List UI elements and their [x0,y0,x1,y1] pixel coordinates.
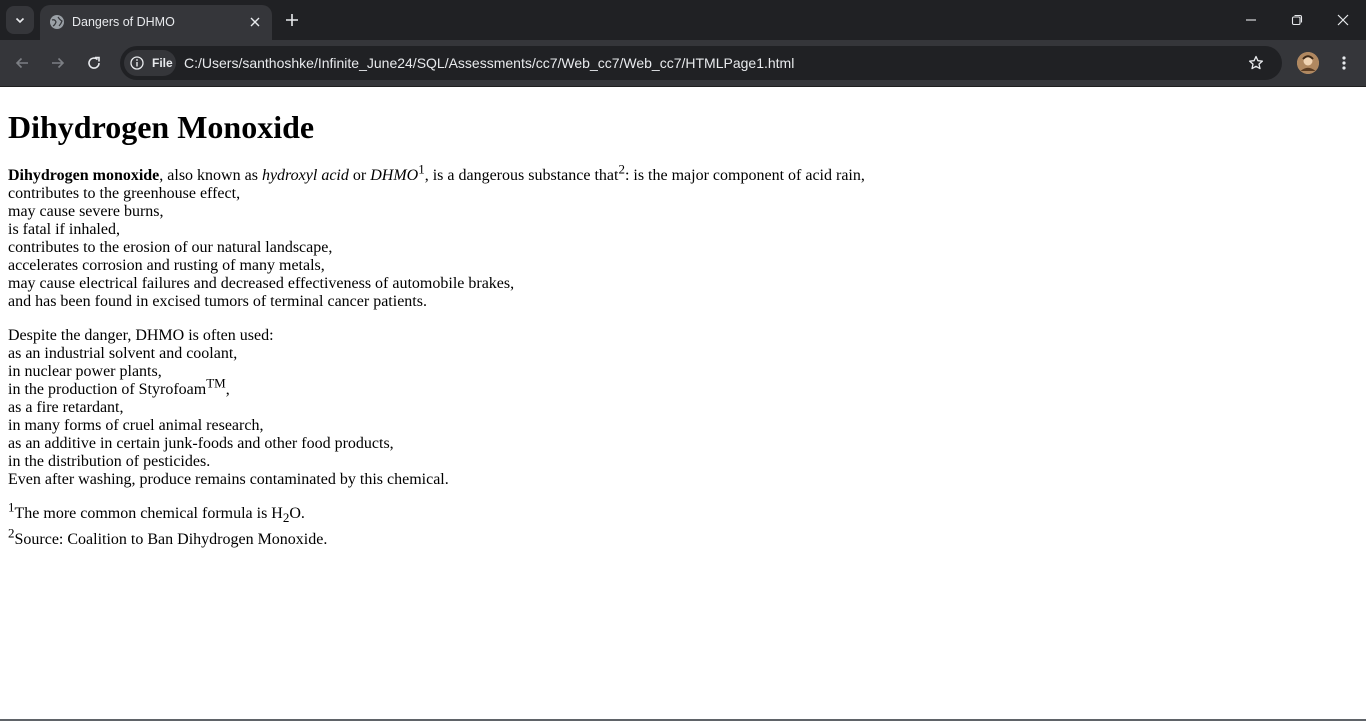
use-line-styrofoam: in the production of StyrofoamTM, [8,377,230,398]
site-info-chip[interactable]: File [124,50,176,76]
use-line: as an industrial solvent and coolant, [8,345,238,362]
new-tab-button[interactable] [280,8,304,32]
active-tab[interactable]: Dangers of DHMO [40,5,272,40]
intro-desc-text: , is a dangerous substance that [424,167,619,184]
intro-paragraph: Dihydrogen monoxide, also known as hydro… [8,163,1358,311]
trademark-mark: TM [206,375,226,391]
plus-icon [286,14,298,26]
info-icon [130,56,144,70]
danger-line: is fatal if inhaled, [8,221,120,238]
intro-aka-text: , also known as [159,167,262,184]
reload-icon [88,56,100,69]
danger-line: and has been found in excised tumors of … [8,293,427,310]
footnote-1-text: The more common chemical formula is H [14,505,283,522]
intro-alias-hydroxyl: hydroxyl acid [261,167,349,184]
styrofoam-prefix: in the production of Styrofoam [8,381,207,398]
tab-close-button[interactable] [246,13,264,31]
use-line: as an additive in certain junk-foods and… [8,435,394,452]
page-heading: Dihydrogen Monoxide [8,109,315,145]
browser-toolbar: File C:/Users/santhoshke/Infinite_June24… [0,40,1366,87]
page-content: Dihydrogen Monoxide Dihydrogen monoxide,… [0,87,1366,720]
use-line: in the distribution of pesticides. [8,453,211,470]
minimize-icon [1246,19,1256,21]
danger-line: contributes to the greenhouse effect, [8,185,241,202]
uses-paragraph: Despite the danger, DHMO is often used: a… [8,327,1358,489]
tab-title: Dangers of DHMO [72,15,175,29]
restore-button[interactable] [1274,0,1320,40]
avatar-icon [1297,52,1319,74]
intro-lead-text: : is the major component of acid rain, [624,167,865,184]
close-icon [250,17,260,27]
footnote-2: 2Source: Coalition to Ban Dihydrogen Mon… [8,527,1358,549]
danger-line: accelerates corrosion and rusting of man… [8,257,325,274]
use-line: in nuclear power plants, [8,363,162,380]
restore-icon [1291,14,1303,26]
close-icon [1337,14,1349,26]
tab-strip: Dangers of DHMO [0,0,1366,40]
uses-intro: Despite the danger, DHMO is often used: [8,327,274,344]
url-text[interactable]: C:/Users/santhoshke/Infinite_June24/SQL/… [184,54,794,72]
arrow-left-icon [15,57,28,69]
footnote-1: 1The more common chemical formula is H2O… [8,501,1358,525]
danger-line: contributes to the erosion of our natura… [8,239,333,256]
footnote-1-tail: O. [289,505,305,522]
forward-button[interactable] [44,49,72,77]
danger-line: may cause severe burns, [8,203,164,220]
more-vertical-icon [1342,56,1346,70]
use-line: as a fire retardant, [8,399,124,416]
close-window-button[interactable] [1320,0,1366,40]
intro-alias-dhmo: DHMO [370,167,419,184]
bookmark-button[interactable] [1246,53,1266,73]
use-line: in many forms of cruel animal research, [8,417,264,434]
intro-or-text: or [348,167,371,184]
browser-menu-button[interactable] [1332,51,1356,75]
styrofoam-suffix: , [225,381,230,398]
profile-avatar[interactable] [1297,52,1319,74]
star-icon [1248,55,1264,70]
tab-search-button[interactable] [6,6,34,34]
site-scheme-label: File [152,56,173,70]
address-bar[interactable]: File C:/Users/santhoshke/Infinite_June24… [120,46,1282,80]
use-line: Even after washing, produce remains cont… [8,471,449,488]
globe-icon [50,15,64,29]
footnotes: 1The more common chemical formula is H2O… [8,501,1358,549]
minimize-button[interactable] [1228,0,1274,40]
intro-term: Dihydrogen monoxide [8,167,160,184]
chevron-down-icon [15,17,25,24]
back-button[interactable] [8,49,36,77]
footnote-2-text: Source: Coalition to Ban Dihydrogen Mono… [14,531,328,548]
reload-button[interactable] [80,49,108,77]
arrow-right-icon [52,57,65,69]
danger-line: may cause electrical failures and decrea… [8,275,515,292]
